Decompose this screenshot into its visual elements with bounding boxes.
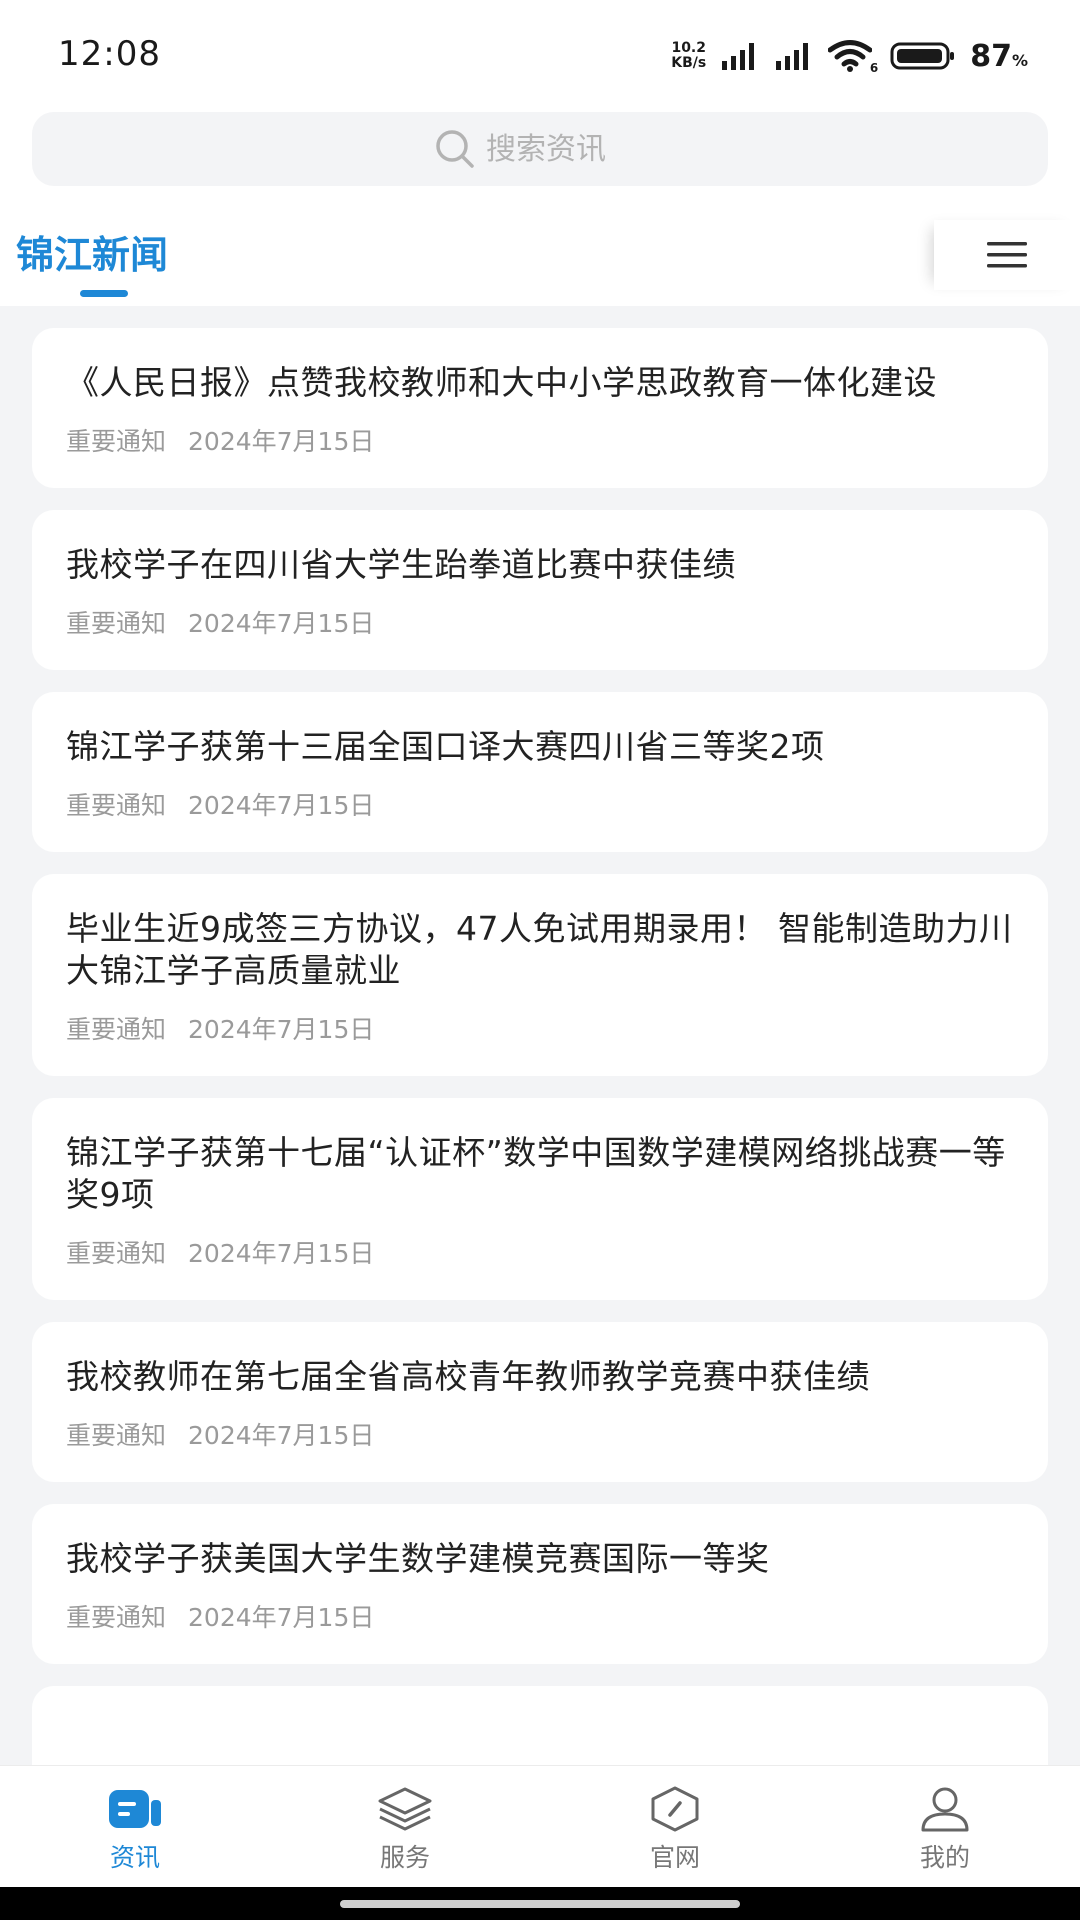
news-category: 重要通知 bbox=[66, 1015, 167, 1044]
news-card[interactable]: 锦江学子获第十七届“认证杯”数学中国数学建模网络挑战赛一等奖9项 重要通知 20… bbox=[32, 1098, 1048, 1300]
news-date: 2024年7月15日 bbox=[188, 1015, 375, 1044]
net-speed-value: 10.2 bbox=[671, 40, 706, 56]
nav-item-services[interactable]: 服务 bbox=[270, 1766, 540, 1887]
battery-percent: 87% bbox=[970, 39, 1028, 74]
news-meta: 重要通知 2024年7月15日 bbox=[66, 1416, 1014, 1452]
news-category: 重要通知 bbox=[66, 1239, 167, 1268]
tab-active-indicator bbox=[80, 290, 128, 297]
nav-label: 资讯 bbox=[109, 1843, 160, 1872]
news-date: 2024年7月15日 bbox=[188, 609, 375, 638]
news-title: 我校教师在第七届全省高校青年教师教学竞赛中获佳绩 bbox=[66, 1357, 870, 1396]
status-bar: 12:08 10.2 KB/s 6 87% bbox=[0, 0, 1080, 110]
wifi-icon bbox=[827, 40, 873, 72]
news-card[interactable]: 我校学子在四川省大学生跆拳道比赛中获佳绩 重要通知 2024年7月15日 bbox=[32, 510, 1048, 670]
news-card[interactable]: 我校教师在第七届全省高校青年教师教学竞赛中获佳绩 重要通知 2024年7月15日 bbox=[32, 1322, 1048, 1482]
nav-item-website[interactable]: 官网 bbox=[540, 1766, 810, 1887]
news-meta: 重要通知 2024年7月15日 bbox=[66, 1234, 1014, 1270]
news-category: 重要通知 bbox=[66, 791, 167, 820]
signal-icon bbox=[722, 43, 755, 70]
search-box[interactable] bbox=[32, 112, 1048, 186]
news-card[interactable]: 毕业生近9成签三方协议，47人免试用期录用！ 智能制造助力川大锦江学子高质量就业… bbox=[32, 874, 1048, 1076]
nav-label: 官网 bbox=[649, 1843, 700, 1872]
category-tabbar: 锦江新闻 bbox=[0, 200, 1080, 306]
news-date: 2024年7月15日 bbox=[188, 1603, 375, 1632]
signal-icon bbox=[776, 43, 809, 70]
search-bar-area bbox=[0, 110, 1080, 200]
news-title: 我校学子获美国大学生数学建模竞赛国际一等奖 bbox=[66, 1539, 770, 1578]
news-title: 我校学子在四川省大学生跆拳道比赛中获佳绩 bbox=[66, 545, 736, 584]
wifi-sub-label: 6 bbox=[869, 61, 879, 75]
status-time: 12:08 bbox=[58, 34, 161, 74]
status-indicators: 10.2 KB/s 6 87% bbox=[671, 36, 1028, 76]
battery-unit: % bbox=[1011, 50, 1028, 70]
news-date: 2024年7月15日 bbox=[188, 1239, 375, 1268]
news-date: 2024年7月15日 bbox=[188, 791, 375, 820]
wifi-indicator: 6 bbox=[827, 39, 879, 75]
nav-item-profile[interactable]: 我的 bbox=[810, 1766, 1080, 1887]
news-title: 锦江学子获第十七届“认证杯”数学中国数学建模网络挑战赛一等奖9项 bbox=[66, 1133, 1006, 1214]
news-category: 重要通知 bbox=[66, 1421, 167, 1450]
tab-jinjiang-news[interactable]: 锦江新闻 bbox=[16, 224, 168, 279]
news-meta: 重要通知 2024年7月15日 bbox=[66, 422, 1014, 458]
bottom-nav: 资讯 服务 官网 我的 bbox=[0, 1765, 1080, 1887]
news-card[interactable]: 我校学子获美国大学生数学建模竞赛国际一等奖 重要通知 2024年7月15日 bbox=[32, 1504, 1048, 1664]
news-meta: 重要通知 2024年7月15日 bbox=[66, 604, 1014, 640]
search-icon bbox=[436, 130, 474, 168]
nav-label: 我的 bbox=[919, 1843, 970, 1872]
news-category: 重要通知 bbox=[66, 427, 167, 456]
news-title: 《人民日报》点赞我校教师和大中小学思政教育一体化建设 bbox=[66, 363, 937, 402]
news-meta: 重要通知 2024年7月15日 bbox=[66, 1598, 1014, 1634]
news-category: 重要通知 bbox=[66, 1603, 167, 1632]
layers-icon bbox=[378, 1787, 432, 1831]
home-indicator[interactable] bbox=[340, 1900, 740, 1908]
net-speed: 10.2 KB/s bbox=[671, 41, 706, 71]
news-date: 2024年7月15日 bbox=[188, 427, 375, 456]
news-category: 重要通知 bbox=[66, 609, 167, 638]
news-card[interactable]: 《人民日报》点赞我校教师和大中小学思政教育一体化建设 重要通知 2024年7月1… bbox=[32, 328, 1048, 488]
battery-value: 87 bbox=[970, 38, 1012, 74]
news-title: 锦江学子获第十三届全国口译大赛四川省三等奖2项 bbox=[66, 727, 825, 766]
battery-icon bbox=[890, 42, 955, 70]
news-card[interactable]: 锦江学子获第十三届全国口译大赛四川省三等奖2项 重要通知 2024年7月15日 bbox=[32, 692, 1048, 852]
compass-icon bbox=[651, 1786, 699, 1832]
news-icon bbox=[109, 1790, 161, 1828]
menu-icon bbox=[987, 242, 1027, 268]
nav-item-news[interactable]: 资讯 bbox=[0, 1766, 270, 1887]
gesture-bar-area bbox=[0, 1887, 1080, 1920]
news-date: 2024年7月15日 bbox=[188, 1421, 375, 1450]
user-icon bbox=[921, 1787, 969, 1832]
news-title: 毕业生近9成签三方协议，47人免试用期录用！ 智能制造助力川大锦江学子高质量就业 bbox=[66, 909, 1013, 990]
news-card[interactable] bbox=[32, 1686, 1048, 1765]
category-menu-button[interactable] bbox=[934, 220, 1080, 290]
net-speed-unit: KB/s bbox=[671, 55, 707, 71]
nav-label: 服务 bbox=[379, 1843, 430, 1872]
news-list[interactable]: 《人民日报》点赞我校教师和大中小学思政教育一体化建设 重要通知 2024年7月1… bbox=[32, 328, 1048, 1765]
news-meta: 重要通知 2024年7月15日 bbox=[66, 1010, 1014, 1046]
search-input[interactable] bbox=[486, 131, 646, 167]
news-meta: 重要通知 2024年7月15日 bbox=[66, 786, 1014, 822]
